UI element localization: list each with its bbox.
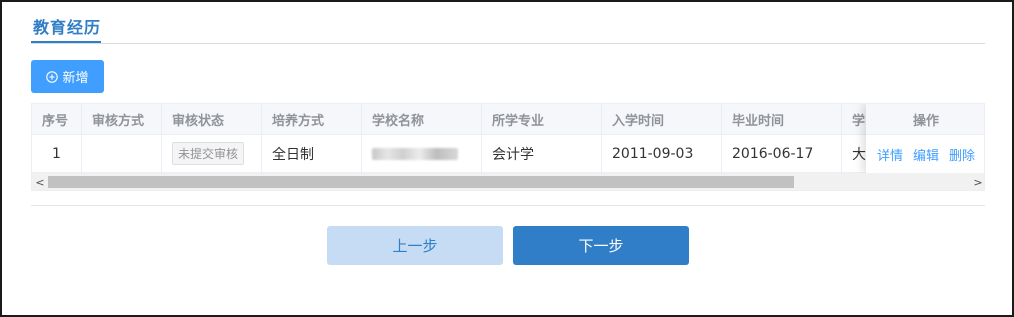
header-actions: 操作 bbox=[866, 104, 984, 135]
cell-major: 会计学 bbox=[482, 135, 602, 172]
section-title: 教育经历 bbox=[33, 18, 102, 37]
scrollbar-thumb[interactable] bbox=[48, 176, 794, 188]
prev-step-button[interactable]: 上一步 bbox=[327, 226, 503, 265]
redacted-school-name bbox=[372, 147, 458, 160]
header-school-name: 学校名称 bbox=[362, 104, 482, 134]
row-actions: 详情 编辑 删除 bbox=[866, 135, 984, 173]
header-index: 序号 bbox=[32, 104, 82, 134]
cell-audit-status: 未提交审核 bbox=[162, 135, 262, 172]
scroll-right-icon[interactable]: > bbox=[970, 173, 984, 190]
edit-link[interactable]: 编辑 bbox=[913, 145, 939, 164]
cell-school-name bbox=[362, 135, 482, 172]
cell-audit-method bbox=[82, 135, 162, 172]
next-step-button[interactable]: 下一步 bbox=[513, 226, 689, 265]
cell-index: 1 bbox=[32, 135, 82, 172]
header-audit-method: 审核方式 bbox=[82, 104, 162, 134]
header-audit-status: 审核状态 bbox=[162, 104, 262, 134]
horizontal-scrollbar[interactable]: < > bbox=[32, 173, 984, 190]
detail-link[interactable]: 详情 bbox=[877, 145, 903, 164]
cell-end-date: 2016-06-17 bbox=[722, 135, 842, 172]
cell-study-mode: 全日制 bbox=[262, 135, 362, 172]
header-major: 所学专业 bbox=[482, 104, 602, 134]
title-divider bbox=[31, 43, 985, 44]
actions-column: 操作 详情 编辑 删除 bbox=[866, 104, 984, 173]
footer-divider bbox=[31, 205, 985, 206]
status-badge: 未提交审核 bbox=[172, 142, 245, 165]
scroll-left-icon[interactable]: < bbox=[32, 173, 48, 190]
delete-link[interactable]: 删除 bbox=[949, 145, 975, 164]
add-button-label: 新增 bbox=[62, 71, 89, 86]
header-start-date: 入学时间 bbox=[602, 104, 722, 134]
plus-circle-icon bbox=[46, 70, 59, 83]
header-study-mode: 培养方式 bbox=[262, 104, 362, 134]
add-button[interactable]: 新增 bbox=[31, 60, 104, 93]
education-table: 序号 审核方式 审核状态 培养方式 学校名称 所学专业 入学时间 毕业时间 学 … bbox=[31, 103, 985, 191]
header-end-date: 毕业时间 bbox=[722, 104, 842, 134]
table-row: 1 未提交审核 全日制 会计学 2011-09-03 2016-06-17 大 bbox=[32, 135, 984, 173]
table-header: 序号 审核方式 审核状态 培养方式 学校名称 所学专业 入学时间 毕业时间 学 bbox=[32, 104, 984, 135]
cell-start-date: 2011-09-03 bbox=[602, 135, 722, 172]
